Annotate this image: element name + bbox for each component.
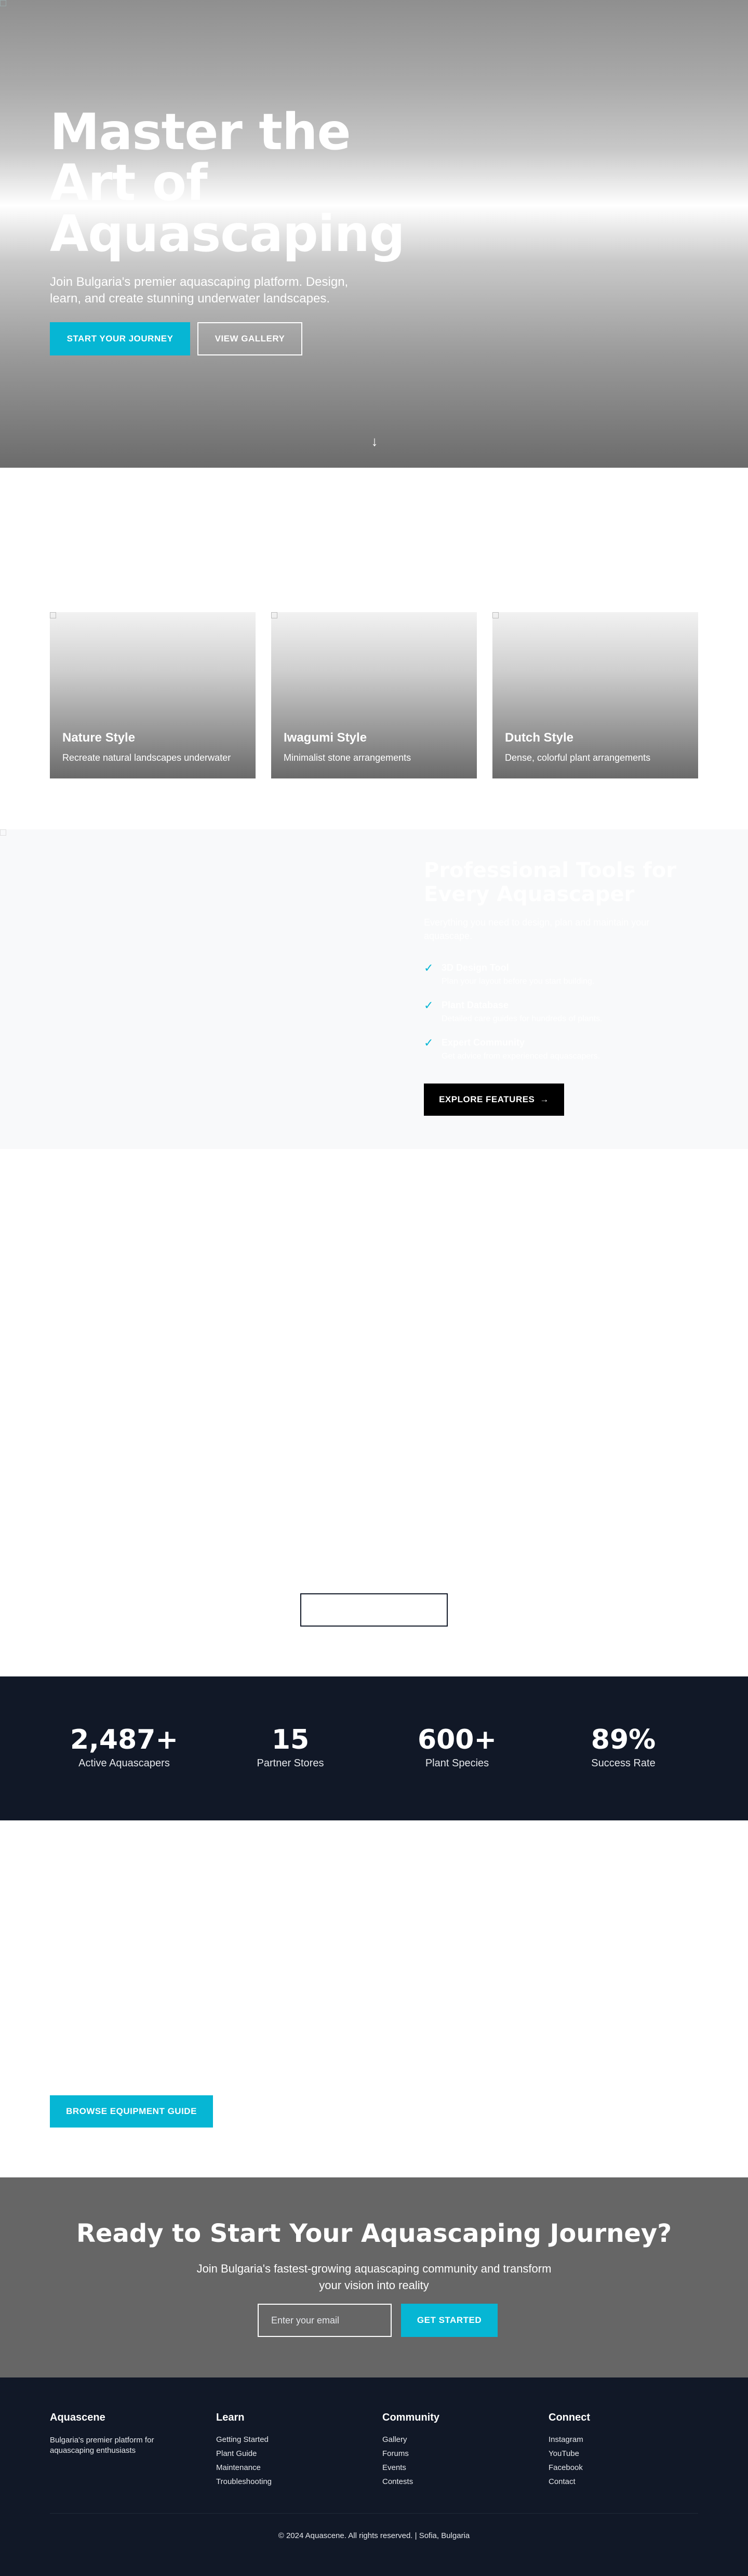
features-subtitle: Everything you need to design, plan and …	[424, 917, 650, 941]
stat-label: Plant Species	[425, 1758, 489, 1769]
stat-value: 600+	[417, 1724, 497, 1755]
footer-col-title: Connect	[549, 2412, 590, 2423]
footer-logo[interactable]: Aquascene	[50, 2412, 206, 2424]
stat-value: 89%	[591, 1724, 656, 1755]
footer-tagline: Bulgaria's premier platform for aquascap…	[50, 2436, 154, 2455]
footer-link[interactable]: Forums	[382, 2449, 538, 2458]
browse-equipment-button[interactable]: BROWSE EQUIPMENT GUIDE	[50, 2095, 213, 2128]
style-card-iwagumi[interactable]: Iwagumi Style Minimalist stone arrangeme…	[271, 612, 477, 778]
stat-value: 2,487+	[70, 1724, 179, 1755]
features-section: Professional Tools for Every Aquascaper …	[0, 829, 748, 1149]
explore-features-label: EXPLORE FEATURES	[439, 1094, 535, 1104]
card-description: Recreate natural landscapes underwater	[62, 752, 231, 763]
check-icon: ✓	[424, 999, 434, 1012]
arrow-right-icon: →	[540, 1094, 549, 1104]
footer-col-connect: Connect Instagram YouTube Facebook Conta…	[549, 2412, 704, 2491]
hero-image	[0, 0, 6, 6]
footer-col-title: Learn	[216, 2412, 245, 2423]
footer: Aquascene Bulgaria's premier platform fo…	[0, 2377, 748, 2576]
card-description: Dense, colorful plant arrangements	[505, 752, 651, 763]
email-input[interactable]	[258, 2304, 392, 2337]
check-icon: ✓	[424, 961, 434, 974]
arrow-down-icon[interactable]: ↓	[370, 433, 379, 449]
stat-stores: 15 Partner Stores	[207, 1725, 373, 1769]
footer-link[interactable]: Instagram	[549, 2435, 704, 2444]
stat-species: 600+ Plant Species	[374, 1725, 540, 1769]
stat-label: Partner Stores	[257, 1758, 324, 1769]
footer-col-title: Community	[382, 2412, 439, 2423]
feature-description: Detailed care guides for hundreds of pla…	[442, 1014, 603, 1023]
feature-title: Plant Database	[442, 1000, 509, 1010]
features-title: Professional Tools for Every Aquascaper	[424, 858, 676, 906]
start-journey-button[interactable]: START YOUR JOURNEY	[50, 322, 190, 355]
hero-title: Master the Art of Aquascaping	[50, 103, 405, 263]
cta-subtitle: Join Bulgaria's fastest-growing aquascap…	[196, 2262, 552, 2292]
feature-title: 3D Design Tool	[442, 962, 509, 973]
stat-label: Active Aquascapers	[78, 1758, 170, 1769]
card-title: Iwagumi Style	[284, 731, 367, 745]
explore-features-button[interactable]: EXPLORE FEATURES →	[424, 1084, 564, 1116]
stat-label: Success Rate	[591, 1758, 656, 1769]
card-image	[271, 612, 277, 618]
card-description: Minimalist stone arrangements	[284, 752, 411, 763]
feature-description: Plan your layout before you start buildi…	[442, 977, 595, 986]
footer-link[interactable]: Contact	[549, 2477, 704, 2486]
footer-brand: Aquascene Bulgaria's premier platform fo…	[50, 2412, 206, 2456]
card-title: Nature Style	[62, 731, 136, 745]
footer-link[interactable]: Contests	[382, 2477, 538, 2486]
cta-section: Ready to Start Your Aquascaping Journey?…	[0, 2177, 748, 2377]
footer-link[interactable]: YouTube	[549, 2449, 704, 2458]
get-started-button[interactable]: GET STARTED	[401, 2304, 498, 2337]
style-card-dutch[interactable]: Dutch Style Dense, colorful plant arrang…	[492, 612, 698, 778]
hero-subtitle: Join Bulgaria's premier aquascaping plat…	[50, 275, 349, 306]
hero-section: Master the Art of Aquascaping Join Bulga…	[0, 0, 748, 468]
feature-title: Expert Community	[442, 1037, 525, 1048]
footer-link[interactable]: Maintenance	[216, 2463, 372, 2472]
footer-link[interactable]: Getting Started	[216, 2435, 372, 2444]
stat-success: 89% Success Rate	[540, 1725, 706, 1769]
view-gallery-button[interactable]: VIEW GALLERY	[197, 322, 302, 355]
footer-col-learn: Learn Getting Started Plant Guide Mainte…	[216, 2412, 372, 2491]
feature-description: Get advice from experienced aquascapers.	[442, 1052, 600, 1061]
copyright: © 2024 Aquascene. All rights reserved. |…	[278, 2531, 470, 2540]
footer-divider	[50, 2513, 698, 2514]
footer-col-community: Community Gallery Forums Events Contests	[382, 2412, 538, 2491]
check-icon: ✓	[424, 1036, 434, 1049]
style-card-nature[interactable]: Nature Style Recreate natural landscapes…	[50, 612, 256, 778]
card-image	[50, 612, 56, 618]
footer-link[interactable]: Troubleshooting	[216, 2477, 372, 2486]
card-image	[492, 612, 499, 618]
outlined-button[interactable]	[300, 1593, 448, 1627]
stats-section: 2,487+ Active Aquascapers 15 Partner Sto…	[0, 1676, 748, 1820]
stat-aquascapers: 2,487+ Active Aquascapers	[41, 1725, 207, 1769]
footer-link[interactable]: Plant Guide	[216, 2449, 372, 2458]
footer-link[interactable]: Facebook	[549, 2463, 704, 2472]
footer-link[interactable]: Gallery	[382, 2435, 538, 2444]
footer-link[interactable]: Events	[382, 2463, 538, 2472]
cta-title: Ready to Start Your Aquascaping Journey?	[76, 2219, 672, 2248]
stat-value: 15	[271, 1724, 310, 1755]
features-image	[0, 829, 6, 836]
card-title: Dutch Style	[505, 731, 574, 745]
